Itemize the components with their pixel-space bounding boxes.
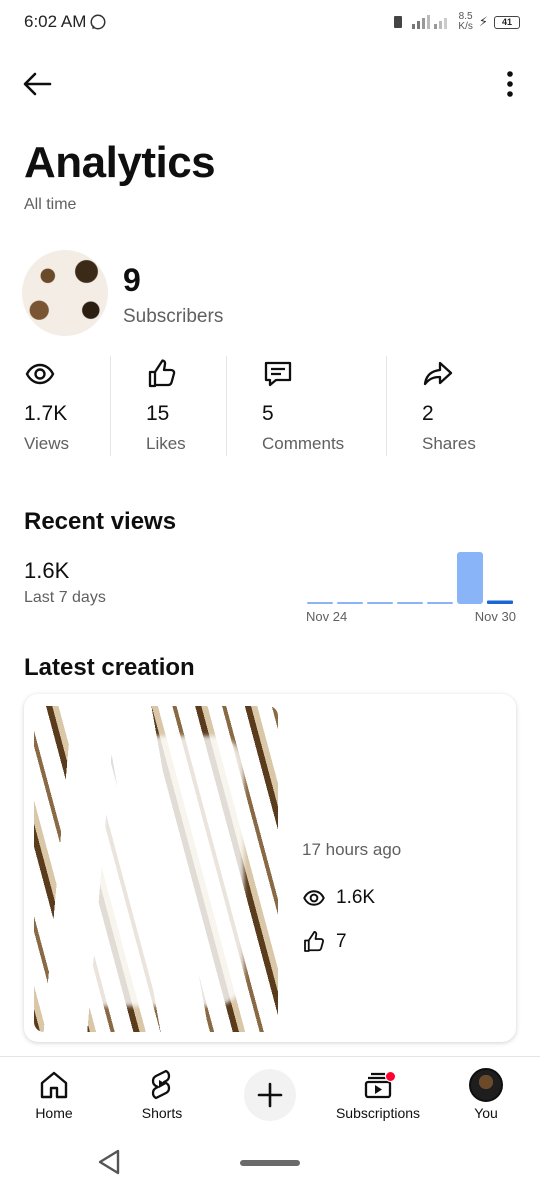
clock: 6:02 AM — [24, 12, 87, 31]
page-title: Analytics — [24, 138, 216, 187]
shares-label: Shares — [422, 434, 476, 453]
chart-bar-nov-30[interactable] — [487, 600, 513, 604]
top-bar — [0, 58, 540, 110]
vibrate-icon — [394, 16, 403, 28]
share-icon — [423, 361, 453, 386]
you-avatar — [469, 1068, 503, 1102]
notification-dot — [385, 1071, 396, 1082]
eye-icon — [303, 890, 325, 906]
thumbs-up-icon — [304, 930, 324, 952]
more-options-button[interactable] — [498, 66, 522, 102]
published-time: 17 hours ago — [302, 840, 402, 859]
stat-divider — [386, 356, 387, 456]
status-time: 6:02 AM — [24, 12, 107, 32]
eye-icon — [25, 363, 55, 385]
nav-you-label: You — [474, 1105, 498, 1121]
comments-label: Comments — [262, 434, 345, 453]
nav-shorts-label: Shorts — [141, 1105, 183, 1121]
card-likes-row: 7 — [302, 930, 347, 954]
more-vert-icon — [507, 71, 513, 97]
likes-value: 15 — [146, 402, 170, 425]
chart-tick-start: Nov 24 — [306, 609, 347, 624]
stat-divider — [110, 356, 111, 456]
back-button[interactable] — [22, 66, 62, 102]
subscriber-label: Subscribers — [123, 306, 224, 327]
bottom-nav: Home Shorts Subscriptions You — [0, 1056, 540, 1132]
system-home-handle[interactable] — [240, 1160, 300, 1166]
nav-home[interactable]: Home — [0, 1057, 108, 1133]
nav-create[interactable] — [216, 1057, 324, 1133]
recent-views-value: 1.6K — [24, 558, 70, 583]
recent-views-title: Recent views — [24, 508, 177, 535]
chart-tick-end: Nov 30 — [475, 609, 516, 624]
chart-bar-nov-25[interactable] — [337, 602, 363, 604]
system-back-icon[interactable] — [96, 1148, 122, 1176]
chart-bar-nov-24[interactable] — [307, 602, 333, 604]
period-label: All time — [24, 196, 77, 213]
thumbs-up-icon — [148, 359, 176, 388]
comments-value: 5 — [262, 402, 274, 425]
status-icons: 8.5 K/s ⚡ 41 — [390, 12, 520, 32]
battery-icon: 41 — [494, 15, 520, 29]
recent-views-period: Last 7 days — [24, 589, 106, 606]
chart-bar-nov-28[interactable] — [427, 602, 453, 604]
card-views-row: 1.6K — [302, 886, 375, 910]
plus-icon — [257, 1082, 283, 1108]
shares-value: 2 — [422, 402, 434, 425]
channel-avatar[interactable] — [22, 250, 108, 336]
views-value: 1.7K — [24, 402, 68, 425]
nav-home-label: Home — [35, 1105, 73, 1121]
chart-bar-nov-26[interactable] — [367, 602, 393, 604]
chart-bar-nov-29[interactable] — [457, 552, 483, 604]
shorts-icon — [151, 1069, 171, 1100]
views-label: Views — [24, 434, 70, 453]
nav-subscriptions[interactable]: Subscriptions — [324, 1057, 432, 1133]
charging-icon: ⚡ — [478, 14, 488, 29]
thumbnail-obscured-area — [74, 736, 244, 1006]
back-arrow-icon — [23, 72, 52, 96]
signal-icon — [412, 15, 448, 29]
chart-bar-nov-27[interactable] — [397, 602, 423, 604]
subscriber-count: 9 — [123, 262, 141, 298]
stat-divider — [226, 356, 227, 456]
likes-label: Likes — [146, 434, 186, 453]
video-thumbnail[interactable] — [34, 706, 278, 1032]
comment-icon — [264, 361, 292, 387]
network-speed: 8.5 K/s — [458, 11, 473, 32]
card-views-value: 1.6K — [336, 887, 376, 908]
status-bar: 6:02 AM 8.5 K/s ⚡ 41 — [0, 0, 540, 46]
whatsapp-icon — [90, 14, 106, 30]
create-button[interactable] — [244, 1069, 296, 1121]
stats-row: 1.7K Views 15 Likes 5 Comments 2 Shares — [0, 356, 540, 456]
recent-views-chart[interactable]: Nov 24 Nov 30 — [306, 548, 516, 626]
card-likes-value: 7 — [336, 931, 347, 952]
home-icon — [40, 1071, 68, 1099]
nav-shorts[interactable]: Shorts — [108, 1057, 216, 1133]
channel-summary: 9 Subscribers — [22, 250, 422, 340]
nav-subscriptions-label: Subscriptions — [335, 1105, 421, 1121]
latest-creation-card[interactable]: 17 hours ago 1.6K 7 — [24, 694, 516, 1042]
latest-creation-title: Latest creation — [24, 654, 195, 681]
system-nav-bar — [0, 1136, 540, 1200]
nav-you[interactable]: You — [432, 1057, 540, 1133]
